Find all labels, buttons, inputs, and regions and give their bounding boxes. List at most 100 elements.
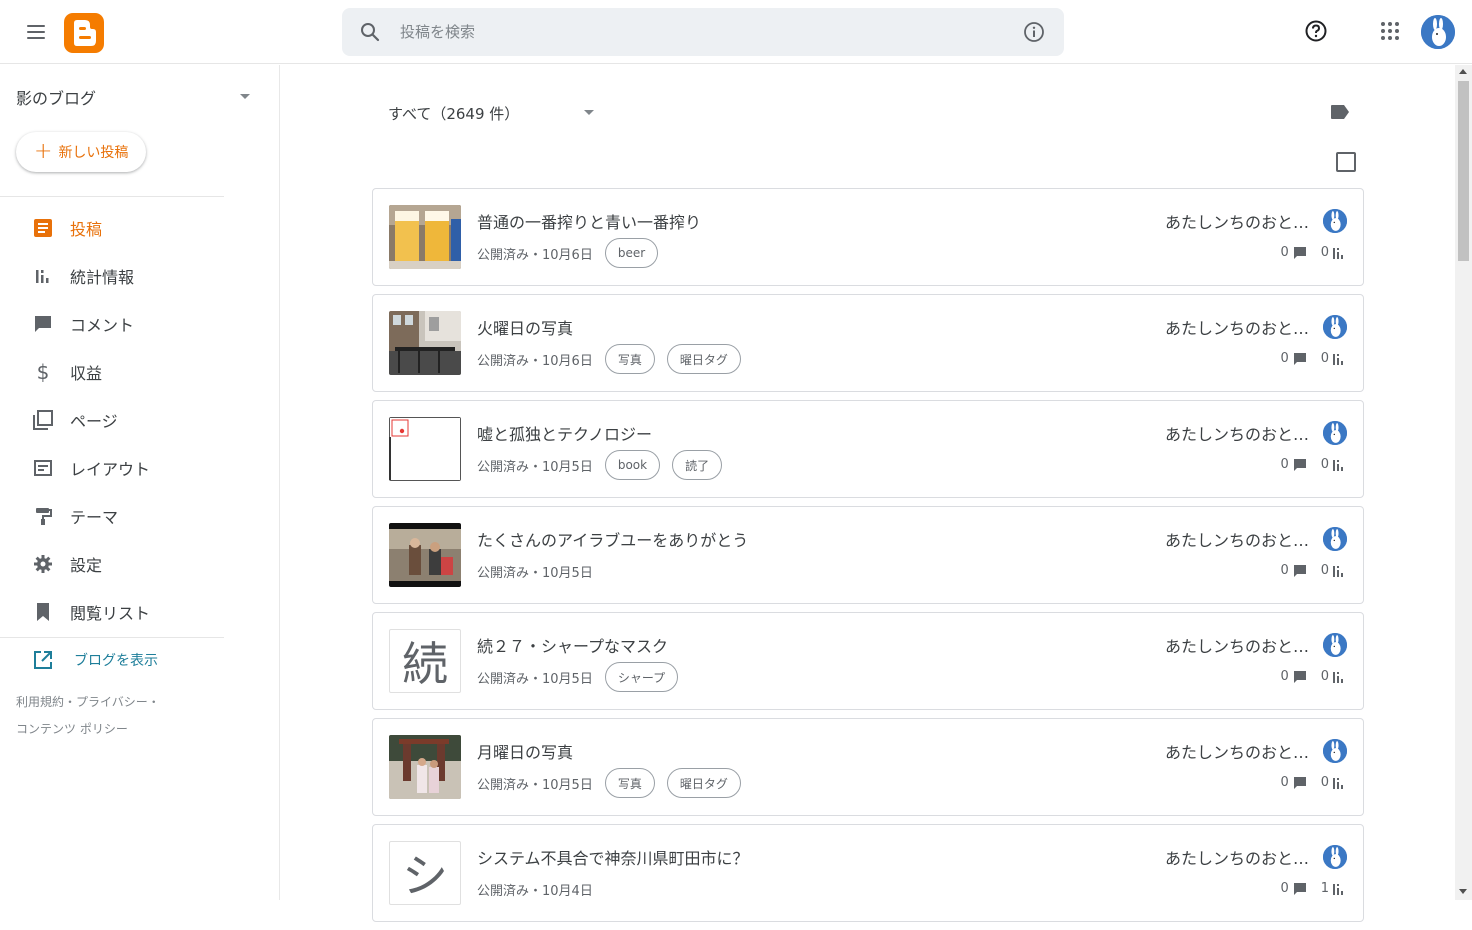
scroll-down-arrow-icon[interactable] [1459, 889, 1467, 894]
stats-icon [1333, 565, 1343, 577]
post-thumbnail [389, 417, 461, 481]
post-card[interactable]: 続続２７・シャープなマスク 公開済み・10月5日 シャープ あたしンちのおと… 0 0 [372, 612, 1364, 710]
post-card[interactable]: 火曜日の写真 公開済み・10月6日 写真 曜日タグ あたしンちのおと… 0 0 [372, 294, 1364, 392]
open-in-new-icon [34, 651, 52, 669]
view-blog-link[interactable]: ブログを表示 [32, 649, 158, 671]
post-meta: 公開済み・10月5日 book 読了 [477, 450, 723, 480]
post-status: 公開済み・10月5日 [477, 671, 593, 687]
help-icon[interactable] [1304, 19, 1328, 43]
label-chip[interactable]: 曜日タグ [666, 344, 741, 374]
sidebar-item-label: 設定 [70, 556, 103, 575]
post-meta: 公開済み・10月6日 beer [477, 238, 659, 268]
avatar-rabbit-icon [1323, 739, 1347, 763]
comment-icon [35, 316, 51, 332]
post-card[interactable]: たくさんのアイラブユーをありがとう 公開済み・10月5日 あたしンちのおと… 0 0 [372, 506, 1364, 604]
stats-icon [36, 270, 49, 283]
privacy-link[interactable]: プライバシー [76, 695, 148, 709]
post-author: あたしンちのおと… [1164, 213, 1309, 232]
post-author: あたしンちのおと… [1164, 319, 1309, 338]
search-icon[interactable] [358, 20, 382, 44]
view-blog-label: ブログを表示 [74, 653, 158, 669]
post-card[interactable]: 普通の一番搾りと青い一番搾り 公開済み・10月6日 beer あたしンちのおと… 0 0 [372, 188, 1364, 286]
label-chip[interactable]: 読了 [672, 450, 723, 480]
post-title[interactable]: 火曜日の写真 [477, 315, 573, 339]
bookmark-icon [37, 603, 49, 621]
author-avatar [1323, 421, 1347, 445]
new-post-label: 新しい投稿 [58, 145, 129, 161]
post-author: あたしンちのおと… [1164, 743, 1309, 762]
scrollbar[interactable] [1455, 65, 1472, 900]
sidebar-item-earnings[interactable]: $ 収益 [0, 352, 224, 392]
label-chip[interactable]: 曜日タグ [666, 768, 741, 798]
sidebar-item-stats[interactable]: 統計情報 [0, 256, 224, 296]
post-stats: 00 [1280, 669, 1345, 684]
paint-roller-icon [36, 508, 52, 525]
post-title[interactable]: たくさんのアイラブユーをありがとう [477, 527, 748, 551]
google-apps-icon[interactable] [1378, 19, 1402, 43]
label-chip[interactable]: 写真 [604, 768, 655, 798]
post-author: あたしンちのおと… [1164, 425, 1309, 444]
post-status: 公開済み・10月4日 [477, 883, 593, 899]
dollar-icon: $ [36, 360, 50, 384]
sidebar-item-comments[interactable]: コメント [0, 304, 224, 344]
label-chip[interactable]: book [604, 450, 661, 480]
scroll-up-arrow-icon[interactable] [1459, 69, 1467, 74]
search-input[interactable] [400, 16, 1000, 48]
comment-icon [1293, 776, 1306, 789]
label-chip[interactable]: シャープ [604, 662, 679, 692]
post-title[interactable]: 月曜日の写真 [477, 739, 573, 763]
view-count: 0 [1320, 351, 1329, 366]
sidebar-item-label: テーマ [70, 508, 119, 527]
comment-count: 0 [1280, 457, 1289, 472]
post-thumbnail [389, 523, 461, 587]
sidebar-item-reading-list[interactable]: 閲覧リスト [0, 592, 224, 632]
post-title[interactable]: システム不具合で神奈川県町田市に？ [477, 845, 749, 869]
layout-icon [34, 460, 52, 476]
separator-dot: ・ [64, 695, 77, 709]
dropdown-arrow-icon [240, 94, 250, 99]
avatar-rabbit-icon [1323, 633, 1347, 657]
new-post-button[interactable]: + 新しい投稿 [16, 132, 147, 172]
sidebar-item-pages[interactable]: ページ [0, 400, 224, 440]
post-author: あたしンちのおと… [1164, 849, 1309, 868]
comment-count: 0 [1280, 881, 1289, 896]
comment-icon [1293, 458, 1306, 471]
sidebar-item-settings[interactable]: 設定 [0, 544, 224, 584]
view-count: 0 [1320, 245, 1329, 260]
hamburger-menu-icon[interactable] [20, 16, 52, 48]
post-title[interactable]: 続２７・シャープなマスク [477, 633, 668, 657]
dropdown-arrow-icon [584, 110, 594, 115]
select-all-checkbox[interactable] [1336, 152, 1356, 172]
top-app-bar [0, 0, 1472, 64]
stats-icon [1333, 247, 1343, 259]
sidebar-item-posts[interactable]: 投稿 [0, 208, 224, 248]
account-avatar[interactable] [1421, 15, 1455, 49]
post-status: 公開済み・10月5日 [477, 777, 593, 793]
post-filter-dropdown[interactable]: すべて（2649 件） [388, 101, 594, 125]
sidebar-item-layout[interactable]: レイアウト [0, 448, 224, 488]
sidebar-item-label: コメント [70, 316, 135, 335]
blogger-logo[interactable] [64, 13, 104, 53]
label-icon[interactable] [1328, 100, 1352, 124]
post-title[interactable]: 普通の一番搾りと青い一番搾り [477, 209, 701, 233]
view-count: 0 [1320, 775, 1329, 790]
post-stats: 00 [1280, 563, 1345, 578]
info-icon[interactable] [1022, 20, 1046, 44]
author-avatar [1323, 315, 1347, 339]
avatar-rabbit-icon [1323, 845, 1347, 869]
post-card[interactable]: 月曜日の写真 公開済み・10月5日 写真 曜日タグ あたしンちのおと… 0 0 [372, 718, 1364, 816]
scrollbar-thumb[interactable] [1458, 81, 1469, 261]
label-chip[interactable]: 写真 [604, 344, 655, 374]
post-card[interactable]: シシステム不具合で神奈川県町田市に？ 公開済み・10月4日 あたしンちのおと… 0 1 [372, 824, 1364, 922]
post-status: 公開済み・10月6日 [477, 353, 593, 369]
label-chip[interactable]: beer [604, 238, 659, 268]
divider [0, 196, 224, 197]
blog-selector[interactable]: 影のブログ [16, 85, 256, 109]
sidebar-item-theme[interactable]: テーマ [0, 496, 224, 536]
post-card[interactable]: 嘘と孤独とテクノロジー 公開済み・10月5日 book 読了 あたしンちのおと… 0 0 [372, 400, 1364, 498]
post-stats: 00 [1280, 457, 1345, 472]
post-title[interactable]: 嘘と孤独とテクノロジー [477, 421, 652, 445]
post-thumbnail [389, 311, 461, 375]
content-policy-link[interactable]: コンテンツ ポリシー [16, 722, 128, 736]
terms-link[interactable]: 利用規約 [16, 695, 64, 709]
